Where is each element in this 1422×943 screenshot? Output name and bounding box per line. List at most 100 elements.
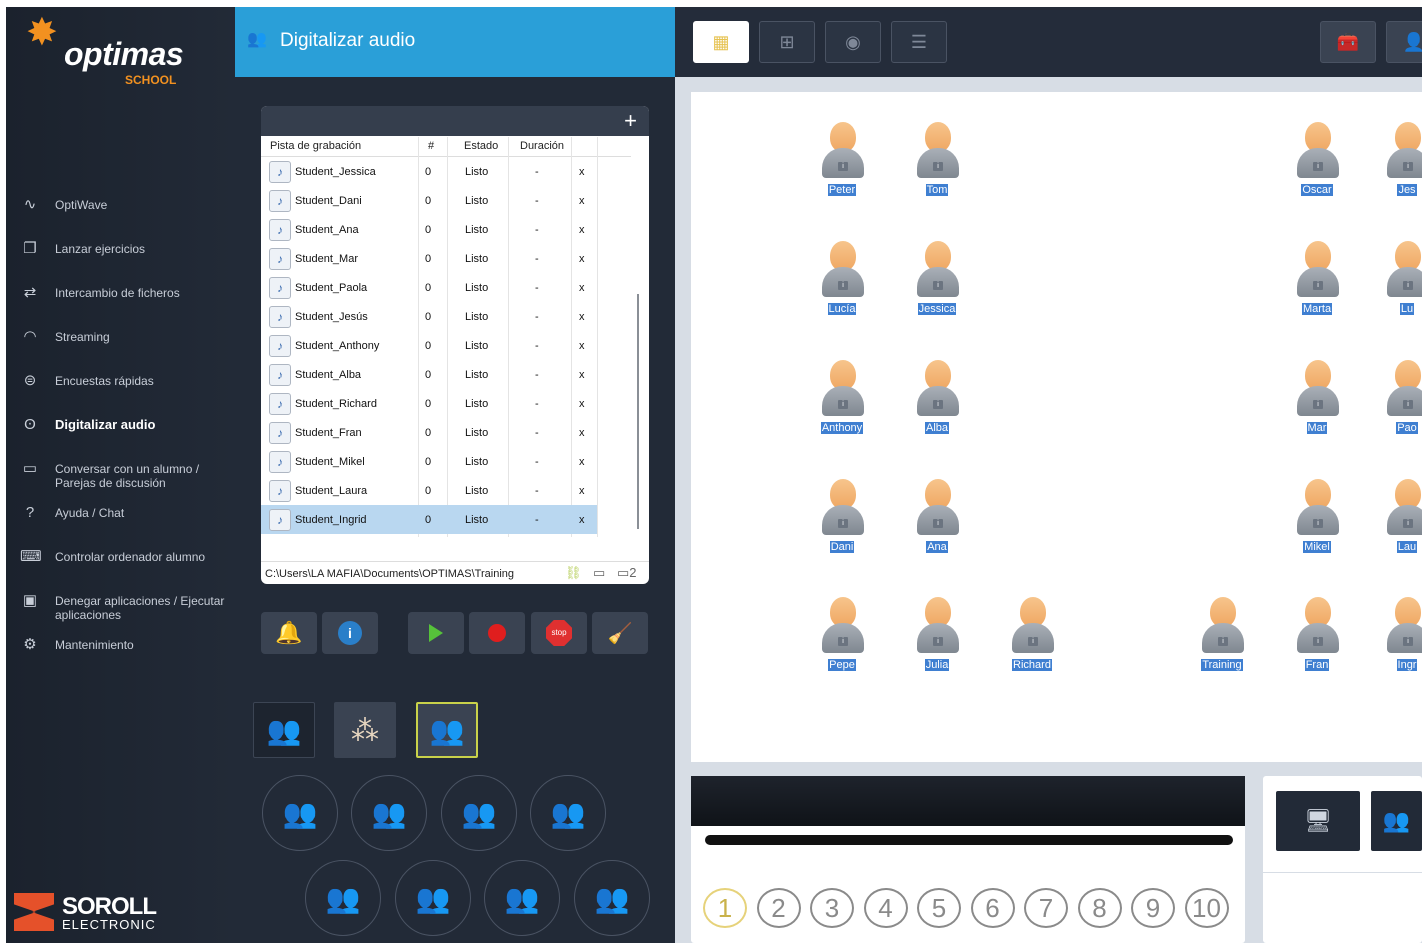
menu-item-11[interactable]: ⚙ Mantenimiento — [6, 635, 235, 675]
play-button[interactable] — [408, 612, 464, 654]
student-lau[interactable]: i Lau — [1383, 479, 1422, 559]
student-oscar[interactable]: i Oscar — [1293, 122, 1341, 202]
student-ingr[interactable]: i Ingr — [1383, 597, 1422, 677]
add-track-button[interactable]: + — [624, 108, 637, 134]
menu-item-7[interactable]: ▭ Conversar con un alumno / Parejas de di… — [6, 459, 235, 499]
selected-students-button[interactable]: 👥 — [416, 702, 478, 758]
remove-track-button[interactable]: x — [579, 253, 585, 265]
remove-track-button[interactable]: x — [579, 514, 585, 526]
channel-3-button[interactable]: 3 — [810, 888, 854, 928]
table-row[interactable]: ♪ Student_Alba 0 Listo - x — [261, 360, 597, 389]
remove-track-button[interactable]: x — [579, 311, 585, 323]
group-2-button[interactable]: 👥 — [351, 775, 427, 851]
col-header-track[interactable]: Pista de grabación — [270, 140, 361, 152]
table-row[interactable]: ♪ Student_Paola 0 Listo - x — [261, 273, 597, 302]
menu-item-5[interactable]: ⊜ Encuestas rápidas — [6, 371, 235, 411]
menu-item-4[interactable]: ◠ Streaming — [6, 327, 235, 367]
student-marta[interactable]: i Marta — [1293, 241, 1341, 321]
table-row[interactable]: ♪ Student_Richard 0 Listo - x — [261, 389, 597, 418]
remove-track-button[interactable]: x — [579, 427, 585, 439]
menu-item-2[interactable]: ❐ Lanzar ejercicios — [6, 239, 235, 279]
student-alba[interactable]: i Alba — [913, 360, 961, 440]
student-richard[interactable]: i Richard — [1008, 597, 1056, 677]
student-mikel[interactable]: i Mikel — [1293, 479, 1341, 559]
menu-item-8[interactable]: ? Ayuda / Chat — [6, 503, 235, 543]
student-pepe[interactable]: i Pepe — [818, 597, 866, 677]
group-3-button[interactable]: 👥 — [441, 775, 517, 851]
table-row[interactable]: ♪ Student_Laura 0 Listo - x — [261, 476, 597, 505]
channel-8-button[interactable]: 8 — [1077, 888, 1122, 928]
list-view-button[interactable]: ☰ — [891, 21, 947, 63]
channel-7-button[interactable]: 7 — [1024, 888, 1068, 928]
student-julia[interactable]: i Julia — [913, 597, 961, 677]
menu-item-6[interactable]: ʘ Digitalizar audio — [6, 415, 235, 455]
bell-button[interactable]: 🔔 — [261, 612, 317, 654]
channel-2-button[interactable]: 2 — [756, 888, 801, 928]
grid-view-button[interactable]: ▦ — [693, 21, 749, 63]
student-lucía[interactable]: i Lucía — [818, 241, 866, 321]
table-row[interactable]: ♪ Student_Ana 0 Listo - x — [261, 215, 597, 244]
toolbox-button[interactable]: 🧰 — [1320, 21, 1376, 63]
remove-track-button[interactable]: x — [579, 340, 585, 352]
student-jes[interactable]: i Jes — [1383, 122, 1422, 202]
student-ana[interactable]: i Ana — [913, 479, 961, 559]
table-row[interactable]: ♪ Student_Mikel 0 Listo - x — [261, 447, 597, 476]
menu-item-9[interactable]: ⌨ Controlar ordenador alumno — [6, 547, 235, 587]
remove-track-button[interactable]: x — [579, 224, 585, 236]
menu-item-3[interactable]: ⇄ Intercambio de ficheros — [6, 283, 235, 323]
remove-track-button[interactable]: x — [579, 456, 585, 468]
group-4-button[interactable]: 👥 — [530, 775, 606, 851]
tile-view-button[interactable]: ⊞ — [759, 21, 815, 63]
student-peter[interactable]: i Peter — [818, 122, 866, 202]
group-remote-button[interactable]: 👥 — [1371, 791, 1422, 851]
student-tom[interactable]: i Tom — [913, 122, 961, 202]
col-header-status[interactable]: Estado — [464, 140, 498, 152]
webcam-view-button[interactable]: ◉ — [825, 21, 881, 63]
record-button[interactable] — [469, 612, 525, 654]
student-anthony[interactable]: i Anthony — [818, 360, 866, 440]
group-8-button[interactable]: 👥 — [574, 860, 650, 936]
stop-button[interactable]: stop — [531, 612, 587, 654]
folder-icon[interactable]: ▭ — [593, 565, 605, 581]
col-header-count[interactable]: # — [428, 140, 434, 152]
student-training[interactable]: i Training — [1198, 597, 1246, 677]
menu-item-1[interactable]: ∿ OptiWave — [6, 195, 235, 235]
table-row[interactable]: ♪ Student_Anthony 0 Listo - x — [261, 331, 597, 360]
table-row[interactable]: ♪ Student_Jesús 0 Listo - x — [261, 302, 597, 331]
remove-track-button[interactable]: x — [579, 282, 585, 294]
channel-6-button[interactable]: 6 — [970, 888, 1015, 928]
student-lu[interactable]: i Lu — [1383, 241, 1422, 321]
remove-track-button[interactable]: x — [579, 369, 585, 381]
remove-track-button[interactable]: x — [579, 485, 585, 497]
table-row[interactable]: ♪ Student_Ingrid 0 Listo - x — [261, 505, 597, 534]
student-dani[interactable]: i Dani — [818, 479, 866, 559]
channel-10-button[interactable]: 10 — [1184, 888, 1229, 928]
col-header-duration[interactable]: Duración — [520, 140, 564, 152]
channel-9-button[interactable]: 9 — [1131, 888, 1175, 928]
remove-track-button[interactable]: x — [579, 166, 585, 178]
info-button[interactable]: i — [322, 612, 378, 654]
menu-item-10[interactable]: ▣ Denegar aplicaciones / Ejecutar aplicac… — [6, 591, 235, 631]
table-row[interactable]: ♪ Student_Fran 0 Listo - x — [261, 418, 597, 447]
remote-pc-button[interactable]: 🖥 — [1276, 791, 1360, 851]
all-students-button[interactable]: ⁂ — [334, 702, 396, 758]
remove-track-button[interactable]: x — [579, 398, 585, 410]
student-fran[interactable]: i Fran — [1293, 597, 1341, 677]
group-1-button[interactable]: 👥 — [262, 775, 338, 851]
table-row[interactable]: ♪ Student_Dani 0 Listo - x — [261, 186, 597, 215]
clear-button[interactable]: 🧹 — [592, 612, 648, 654]
channel-5-button[interactable]: 5 — [917, 888, 961, 928]
table-scrollbar[interactable] — [637, 294, 639, 529]
group-6-button[interactable]: 👥 — [395, 860, 471, 936]
student-mar[interactable]: i Mar — [1293, 360, 1341, 440]
table-row[interactable]: ♪ Student_Mar 0 Listo - x — [261, 244, 597, 273]
link-folder-icon[interactable]: ⛓ — [565, 565, 582, 581]
remove-track-button[interactable]: x — [579, 195, 585, 207]
group-7-button[interactable]: 👥 — [484, 860, 560, 936]
table-row[interactable]: ♪ Student_Jessica 0 Listo - x — [261, 157, 597, 186]
student-pao[interactable]: i Pao — [1383, 360, 1422, 440]
group-view-button[interactable]: 👥 — [253, 702, 315, 758]
student-jessica[interactable]: i Jessica — [913, 241, 961, 321]
channel-4-button[interactable]: 4 — [863, 888, 908, 928]
channel-1-button[interactable]: 1 — [703, 888, 747, 928]
